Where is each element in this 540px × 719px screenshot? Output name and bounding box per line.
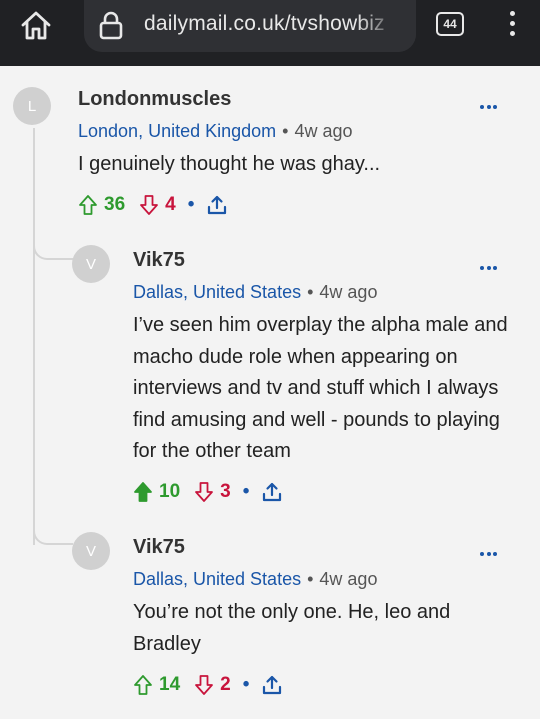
more-options-icon[interactable] bbox=[480, 257, 502, 270]
comment-location[interactable]: Dallas, United States bbox=[133, 282, 301, 302]
home-icon[interactable] bbox=[18, 8, 54, 44]
comment-text: I’ve seen him overplay the alpha male an… bbox=[133, 314, 508, 462]
upvote-count: 14 bbox=[159, 674, 181, 695]
avatar[interactable]: V bbox=[72, 532, 110, 570]
more-options-icon[interactable] bbox=[480, 96, 502, 109]
comment-text: I genuinely thought he was ghay... bbox=[78, 153, 381, 175]
comment-meta: Dallas, United States • 4w ago bbox=[133, 282, 378, 302]
tabs-icon[interactable]: 44 bbox=[436, 12, 464, 36]
comment-text: You’re not the only one. He, leo and Bra… bbox=[133, 601, 451, 655]
thread-branch bbox=[33, 513, 73, 545]
upvote-count: 10 bbox=[159, 481, 181, 502]
downvote-arrow-icon[interactable] bbox=[139, 194, 159, 216]
vote-bar: 14 2 • bbox=[133, 672, 283, 698]
more-options-icon[interactable] bbox=[480, 543, 502, 556]
vote-bar: 10 3 • bbox=[133, 479, 283, 505]
comment-time: 4w ago bbox=[319, 569, 378, 589]
address-bar[interactable]: dailymail.co.uk/tvshowbiz bbox=[84, 0, 416, 52]
vote-bar: 36 4 • bbox=[78, 192, 228, 218]
comment-time: 4w ago bbox=[319, 282, 378, 302]
upvote-arrow-icon[interactable] bbox=[133, 481, 153, 503]
comment-location[interactable]: London, United Kingdom bbox=[78, 121, 276, 141]
downvote-count: 4 bbox=[165, 194, 176, 215]
upvote-count: 36 bbox=[104, 194, 126, 215]
downvote-count: 3 bbox=[220, 481, 231, 502]
comment-meta: Dallas, United States • 4w ago bbox=[133, 569, 378, 589]
thread-line bbox=[33, 128, 35, 545]
comment-time: 4w ago bbox=[294, 121, 353, 141]
comment-meta: London, United Kingdom • 4w ago bbox=[78, 121, 353, 141]
upvote-arrow-icon[interactable] bbox=[78, 194, 98, 216]
upvote-arrow-icon[interactable] bbox=[133, 674, 153, 696]
kebab-menu-icon[interactable] bbox=[504, 8, 520, 42]
url-text: dailymail.co.uk/tvshowbiz bbox=[144, 12, 385, 35]
share-icon[interactable] bbox=[261, 481, 283, 503]
thread-branch bbox=[33, 228, 73, 260]
downvote-count: 2 bbox=[220, 674, 231, 695]
lock-icon bbox=[98, 10, 124, 40]
comment-username[interactable]: Vik75 bbox=[133, 536, 185, 559]
comment-username[interactable]: Londonmuscles bbox=[78, 88, 231, 111]
downvote-arrow-icon[interactable] bbox=[194, 481, 214, 503]
browser-toolbar: dailymail.co.uk/tvshowbiz 44 bbox=[0, 0, 540, 66]
comment-username[interactable]: Vik75 bbox=[133, 249, 185, 272]
avatar[interactable]: L bbox=[13, 87, 51, 125]
comment-location[interactable]: Dallas, United States bbox=[133, 569, 301, 589]
avatar[interactable]: V bbox=[72, 245, 110, 283]
downvote-arrow-icon[interactable] bbox=[194, 674, 214, 696]
share-icon[interactable] bbox=[206, 194, 228, 216]
share-icon[interactable] bbox=[261, 674, 283, 696]
